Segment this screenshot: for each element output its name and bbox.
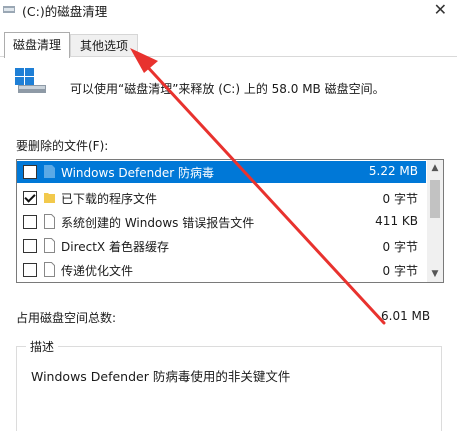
scroll-down-icon[interactable]: ▼ <box>427 266 443 282</box>
tab-disk-cleanup[interactable]: 磁盘清理 <box>4 32 70 58</box>
file-size: 5.22 MB <box>368 164 418 178</box>
checkbox[interactable] <box>23 263 37 277</box>
folder-yellow-icon <box>44 193 55 203</box>
vertical-scrollbar[interactable]: ▲ ▼ <box>427 160 443 282</box>
list-item[interactable]: 已下载的程序文件 0 字节 <box>17 187 426 209</box>
scroll-thumb[interactable] <box>430 180 440 218</box>
file-icon <box>44 214 55 229</box>
checkbox[interactable] <box>23 191 37 205</box>
file-size: 411 KB <box>375 214 418 228</box>
checkbox[interactable] <box>23 239 37 253</box>
list-item[interactable]: DirectX 着色器缓存 0 字节 <box>17 235 426 257</box>
file-name: 已下载的程序文件 <box>61 192 158 206</box>
info-text: 可以使用“磁盘清理”来释放 (C:) 上的 58.0 MB 磁盘空间。 <box>70 82 385 96</box>
file-name: 系统创建的 Windows 错误报告文件 <box>61 216 255 230</box>
files-to-delete-label: 要删除的文件(F): <box>16 139 109 153</box>
files-list[interactable]: Windows Defender 防病毒 5.22 MB 已下载的程序文件 0 … <box>16 159 444 283</box>
scroll-up-icon[interactable]: ▲ <box>427 160 443 176</box>
folder-blue-icon <box>44 165 55 178</box>
tab-strip: 磁盘清理 其他选项 <box>0 32 457 58</box>
window-title: (C:)的磁盘清理 <box>22 4 108 19</box>
list-item[interactable]: 传递优化文件 0 字节 <box>17 259 426 281</box>
list-item[interactable]: 系统创建的 Windows 错误报告文件 411 KB <box>17 211 426 233</box>
description-legend: 描述 <box>26 338 59 355</box>
disk-cleanup-icon <box>3 6 15 13</box>
file-size: 0 字节 <box>382 192 418 206</box>
file-name: 传递优化文件 <box>61 264 134 278</box>
drive-cleanup-icon <box>15 68 46 93</box>
checkbox[interactable] <box>23 165 37 179</box>
file-icon <box>44 262 55 277</box>
total-space-value: 6.01 MB <box>381 309 431 323</box>
total-space-label: 占用磁盘空间总数: <box>16 311 117 325</box>
file-icon <box>44 238 55 253</box>
description-group <box>16 346 442 431</box>
list-item[interactable]: Windows Defender 防病毒 5.22 MB <box>17 161 426 183</box>
checkbox[interactable] <box>23 215 37 229</box>
tab-more-options[interactable]: 其他选项 <box>70 34 138 57</box>
title-bar: (C:)的磁盘清理 ✕ <box>0 0 457 22</box>
file-name: DirectX 着色器缓存 <box>61 240 169 254</box>
description-text: Windows Defender 防病毒使用的非关键文件 <box>31 369 291 384</box>
close-icon[interactable]: ✕ <box>434 0 447 19</box>
file-size: 0 字节 <box>382 240 418 254</box>
file-size: 0 字节 <box>382 264 418 278</box>
file-name: Windows Defender 防病毒 <box>61 166 214 180</box>
